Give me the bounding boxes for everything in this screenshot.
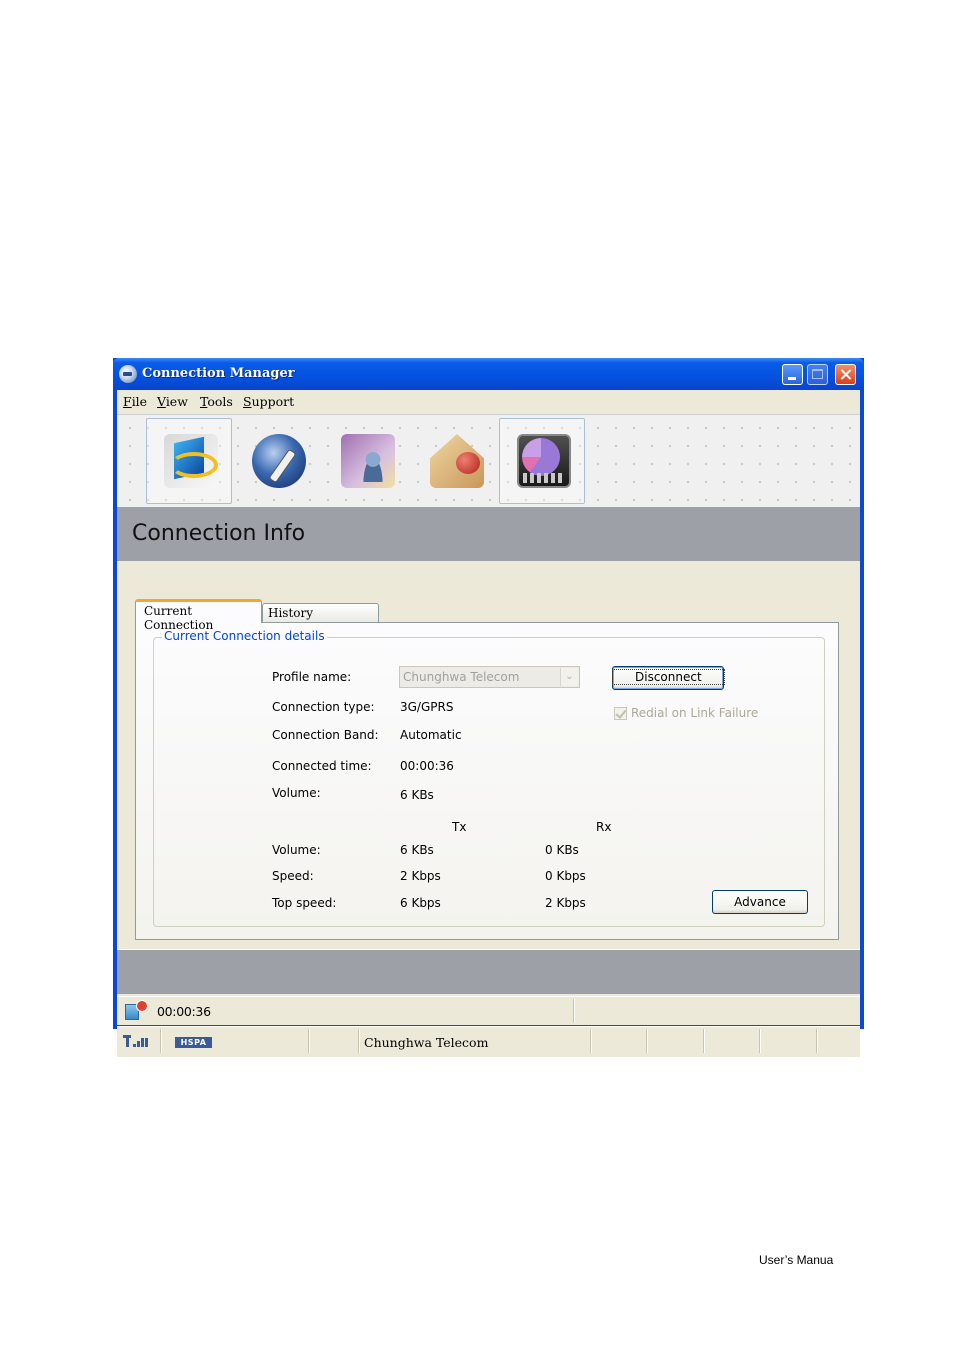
app-plug-icon xyxy=(119,365,137,383)
tab-current-connection[interactable]: Current Connection xyxy=(135,599,262,632)
traffic-row-rx: 0 KBs xyxy=(545,843,579,857)
volume-value: 6 KBs xyxy=(400,788,434,802)
connected-time-label: Connected time: xyxy=(272,759,372,773)
traffic-row-label: Volume: xyxy=(272,843,321,857)
redial-label: Redial on Link Failure xyxy=(631,706,759,720)
signal-strength-icon xyxy=(123,1035,149,1049)
status-bar-network: HSPA Chunghwa Telecom xyxy=(117,1026,860,1057)
traffic-row-tx: 6 KBs xyxy=(400,843,434,857)
page-title: Connection Info xyxy=(132,521,306,546)
status-divider xyxy=(816,1029,818,1053)
tab-history-connection[interactable]: History Connection xyxy=(262,603,379,634)
status-divider xyxy=(759,1029,761,1053)
profile-name-label: Profile name: xyxy=(272,670,352,684)
status-divider xyxy=(703,1029,705,1053)
connection-band-label: Connection Band: xyxy=(272,728,379,742)
traffic-row-rx: 2 Kbps xyxy=(545,896,586,910)
toolbar-contacts-button[interactable] xyxy=(323,418,409,504)
bottom-band xyxy=(117,949,860,994)
profile-name-dropdown[interactable]: Chunghwa Telecom ⌄ xyxy=(399,666,580,688)
status-bar-time: 00:00:36 xyxy=(117,996,860,1025)
menu-file[interactable]: File xyxy=(123,394,147,409)
section-header: Connection Info xyxy=(117,507,860,561)
status-divider xyxy=(308,1029,310,1053)
close-button[interactable] xyxy=(835,364,856,385)
toolbar xyxy=(117,414,860,509)
connect-monitor-icon xyxy=(164,434,218,488)
minimize-button[interactable] xyxy=(782,364,803,385)
tab-panel: Current Connection details Profile name:… xyxy=(135,622,839,940)
connection-manager-window: Connection Manager File View Tools Suppo… xyxy=(113,358,864,1057)
toolbar-connect-button[interactable] xyxy=(146,418,232,504)
disconnect-label: Disconnect xyxy=(612,669,725,685)
toolbar-settings-button[interactable] xyxy=(234,418,320,504)
chevron-down-icon[interactable]: ⌄ xyxy=(560,668,578,686)
traffic-row-label: Speed: xyxy=(272,869,314,883)
connection-band-value: Automatic xyxy=(400,728,462,742)
rx-header: Rx xyxy=(596,820,612,834)
status-divider xyxy=(160,1029,162,1053)
traffic-row-rx: 0 Kbps xyxy=(545,869,586,883)
status-divider xyxy=(590,1029,592,1053)
volume-label: Volume: xyxy=(272,786,321,800)
status-divider xyxy=(358,1029,360,1053)
operator-name: Chunghwa Telecom xyxy=(364,1035,489,1050)
phonebook-contacts-icon xyxy=(341,434,395,488)
toolbar-sms-button[interactable] xyxy=(412,418,498,504)
pie-chart-stats-icon xyxy=(517,434,571,488)
page-footer: User’s Manua xyxy=(759,1253,834,1267)
status-connected-time: 00:00:36 xyxy=(157,1004,211,1019)
envelope-message-icon xyxy=(430,434,484,488)
connection-type-label: Connection type: xyxy=(272,700,375,714)
menu-view[interactable]: View xyxy=(157,394,188,409)
client-area: File View Tools Support Connection Info xyxy=(117,390,860,1057)
window-title: Connection Manager xyxy=(142,366,295,381)
toolbar-statistics-button[interactable] xyxy=(499,418,585,504)
menu-bar: File View Tools Support xyxy=(117,390,860,414)
status-divider xyxy=(573,999,575,1023)
menu-support[interactable]: Support xyxy=(243,394,294,409)
traffic-row-tx: 6 Kbps xyxy=(400,896,441,910)
connection-status-icon xyxy=(125,1000,148,1020)
menu-tools[interactable]: Tools xyxy=(200,394,233,409)
globe-wrench-icon xyxy=(252,434,306,488)
advance-button[interactable]: Advance xyxy=(712,890,808,914)
traffic-row-label: Top speed: xyxy=(272,896,337,910)
disconnect-button[interactable]: Disconnect xyxy=(612,666,725,690)
connection-type-value: 3G/GPRS xyxy=(400,700,454,714)
title-bar[interactable]: Connection Manager xyxy=(113,358,864,390)
traffic-row-tx: 2 Kbps xyxy=(400,869,441,883)
connected-time-value: 00:00:36 xyxy=(400,759,454,773)
status-divider xyxy=(646,1029,648,1053)
current-connection-details-group: Current Connection details Profile name:… xyxy=(153,629,825,927)
profile-name-value: Chunghwa Telecom xyxy=(403,670,520,684)
maximize-button[interactable] xyxy=(807,364,828,385)
network-type-badge: HSPA xyxy=(175,1037,212,1048)
redial-checkbox[interactable] xyxy=(614,707,627,720)
tx-header: Tx xyxy=(452,820,467,834)
